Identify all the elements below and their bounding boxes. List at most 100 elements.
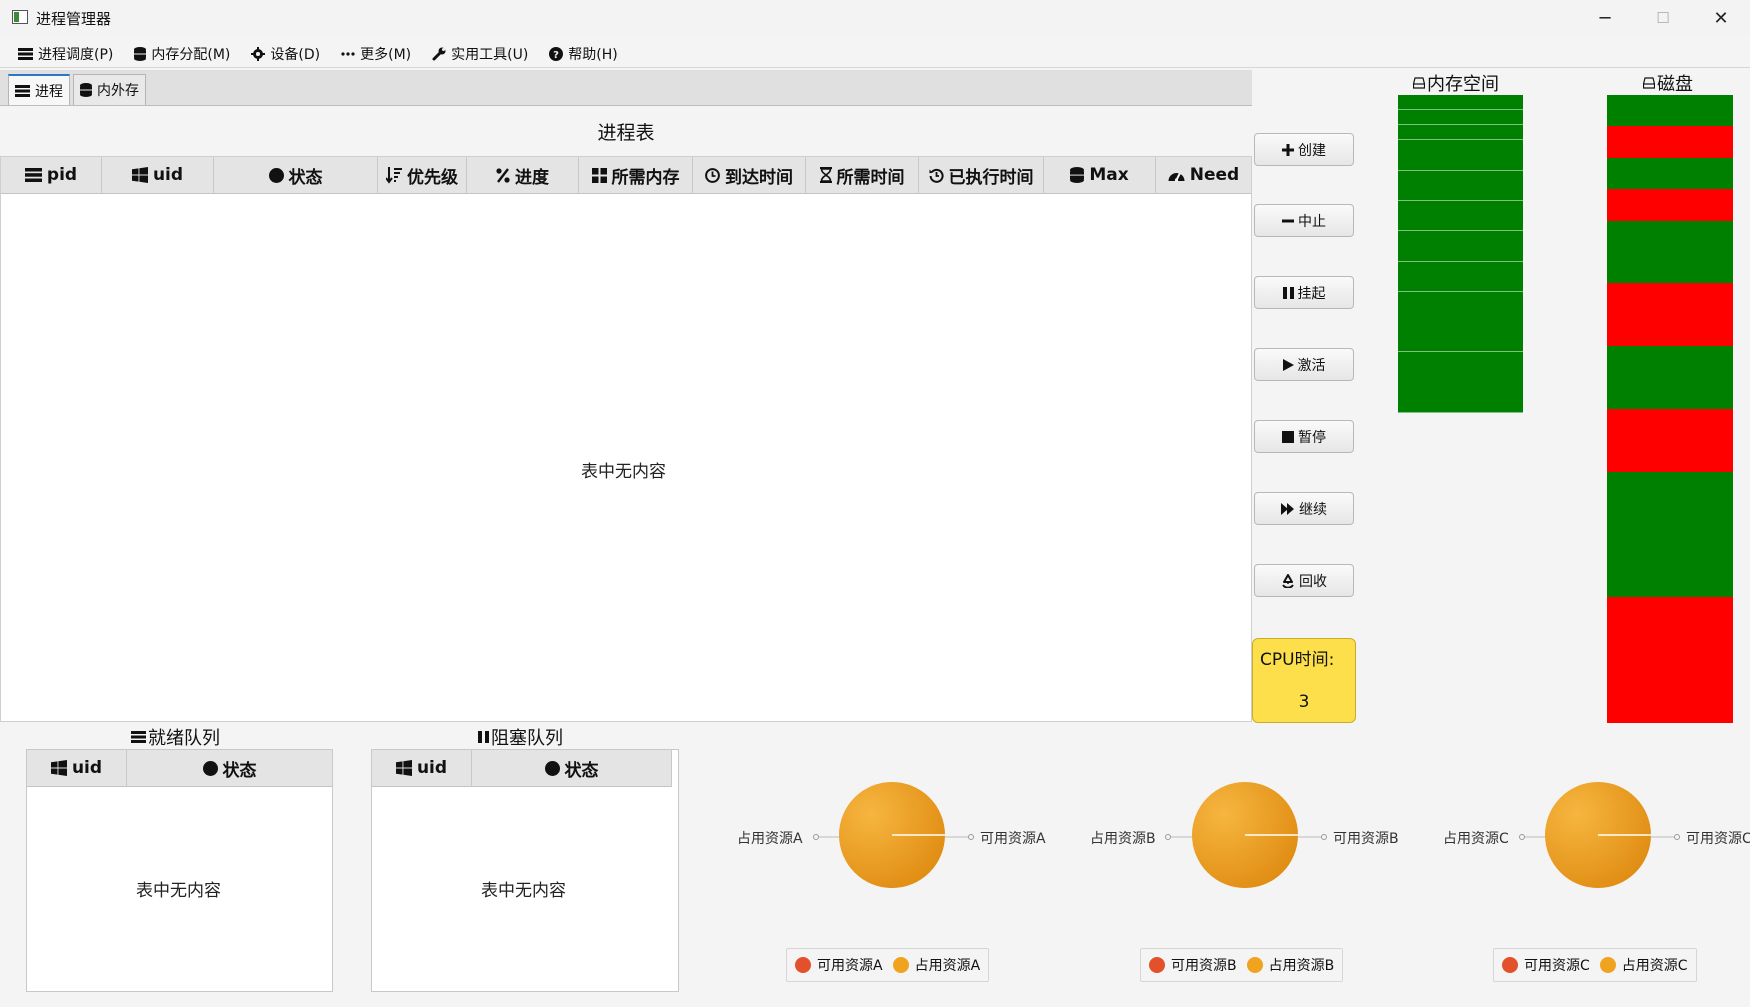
- menu-more[interactable]: 更多(M): [341, 44, 411, 64]
- column-header-required-memory[interactable]: 所需内存: [579, 157, 693, 193]
- resume-button[interactable]: 继续: [1254, 492, 1354, 525]
- column-header-executed-time[interactable]: 已执行时间: [919, 157, 1044, 193]
- title-bar: 进程管理器 ─ ☐ ✕: [0, 0, 1750, 36]
- column-label: 所需时间: [836, 167, 905, 188]
- column-label: 到达时间: [725, 167, 793, 188]
- menu-devices[interactable]: 设备(D): [251, 44, 320, 64]
- pause-button[interactable]: 暂停: [1254, 420, 1354, 453]
- resource-a-pie-chart: 占用资源A 可用资源A: [727, 775, 1057, 895]
- button-label: 挂起: [1297, 285, 1326, 302]
- column-header-uid[interactable]: uid: [372, 750, 472, 786]
- disk-block-used: [1607, 126, 1733, 158]
- button-label: 回收: [1299, 573, 1327, 590]
- circle-icon: [268, 167, 284, 183]
- process-table-header: pid uid 状态 优先级 进度 所需内存 到达时间 所需时间 已执行时间 M…: [1, 157, 1251, 194]
- column-label: 状态: [564, 760, 599, 781]
- clock-icon: [705, 167, 720, 183]
- tab-label: 内外存: [97, 83, 139, 99]
- menu-utilities[interactable]: 实用工具(U): [432, 44, 528, 64]
- column-header-required-time[interactable]: 所需时间: [806, 157, 919, 193]
- legend-label: 可用资源A: [817, 958, 883, 974]
- column-label: pid: [46, 165, 78, 185]
- legend-label: 可用资源B: [1171, 958, 1237, 974]
- activate-button[interactable]: 激活: [1254, 348, 1354, 381]
- pie-leader-available: [1298, 834, 1327, 840]
- column-header-uid[interactable]: uid: [27, 750, 127, 786]
- circle-icon: [544, 760, 560, 776]
- column-label: 状态: [222, 760, 257, 781]
- process-table[interactable]: pid uid 状态 优先级 进度 所需内存 到达时间 所需时间 已执行时间 M…: [0, 156, 1252, 722]
- column-header-max[interactable]: Max: [1044, 157, 1156, 193]
- cpu-time-label: CPU时间:: [1260, 650, 1335, 670]
- legend-swatch-available: [1502, 957, 1518, 973]
- column-label: Need: [1189, 165, 1240, 185]
- ready-queue-table[interactable]: uid 状态 表中无内容: [26, 749, 333, 992]
- tab-label: 进程: [35, 83, 63, 100]
- legend-label: 占用资源B: [1268, 958, 1335, 974]
- disk-block-used: [1607, 597, 1733, 723]
- column-label: uid: [152, 165, 184, 185]
- memory-block-used: [1398, 231, 1523, 262]
- windows-icon: [131, 167, 148, 183]
- minimize-button[interactable]: ─: [1576, 0, 1634, 36]
- gear-icon: [251, 46, 266, 61]
- grid-icon: [591, 167, 607, 183]
- database-icon: [134, 46, 147, 61]
- column-header-need[interactable]: Need: [1156, 157, 1251, 193]
- memory-space-title: 内存空间: [1413, 70, 1499, 96]
- suspend-button[interactable]: 挂起: [1254, 276, 1354, 309]
- column-header-status[interactable]: 状态: [127, 750, 332, 786]
- tab-process[interactable]: 进程: [8, 74, 70, 105]
- legend-swatch-occupied: [1246, 957, 1263, 973]
- pie-label-available: 可用资源C: [1686, 831, 1750, 847]
- column-label: 进度: [515, 167, 549, 188]
- legend-label: 可用资源C: [1524, 958, 1590, 974]
- disk-block-used: [1607, 189, 1733, 221]
- ready-queue-title: 就绪队列: [131, 724, 220, 750]
- maximize-button[interactable]: ☐: [1634, 0, 1692, 36]
- play-icon: [1282, 358, 1294, 371]
- column-header-arrival-time[interactable]: 到达时间: [693, 157, 806, 193]
- resource-a-legend: 可用资源A 占用资源A: [786, 948, 990, 982]
- database-icon: [80, 83, 92, 97]
- tab-memory-storage[interactable]: 内外存: [73, 74, 146, 105]
- blocked-queue-table[interactable]: uid 状态 表中无内容: [371, 749, 679, 992]
- stop-icon: [1282, 430, 1294, 443]
- ready-queue-header: uid 状态: [27, 750, 332, 787]
- column-header-progress[interactable]: 进度: [467, 157, 579, 193]
- memory-block-used: [1398, 125, 1523, 141]
- column-header-status[interactable]: 状态: [214, 157, 378, 193]
- pie-label-available: 可用资源A: [980, 831, 1046, 847]
- close-button[interactable]: ✕: [1692, 0, 1750, 36]
- menu-memory-allocation[interactable]: 内存分配(M): [134, 44, 230, 64]
- disk-blocks: [1607, 95, 1733, 723]
- create-button[interactable]: 创建: [1254, 133, 1354, 166]
- fast-forward-icon: [1281, 502, 1294, 515]
- memory-block-used: [1398, 110, 1523, 126]
- menu-help[interactable]: ? 帮助(H): [549, 44, 618, 64]
- list-icon: [18, 47, 33, 60]
- menu-process-scheduling[interactable]: 进程调度(P): [18, 44, 113, 64]
- disk-block-used: [1607, 283, 1733, 347]
- disk-block-free: [1607, 346, 1733, 409]
- menu-label: 设备(D): [270, 46, 321, 63]
- recycle-button[interactable]: 回收: [1254, 564, 1354, 597]
- list-icon: [15, 84, 30, 97]
- column-label: 优先级: [407, 167, 458, 188]
- circle-icon: [202, 760, 218, 776]
- history-icon: [929, 168, 944, 183]
- menu-label: 内存分配(M): [151, 46, 231, 63]
- column-header-uid[interactable]: uid: [102, 157, 214, 193]
- disk-block-free: [1607, 95, 1733, 127]
- stop-button[interactable]: 中止: [1254, 204, 1354, 237]
- app-icon: [12, 10, 28, 24]
- column-header-pid[interactable]: pid: [1, 157, 102, 193]
- column-header-priority[interactable]: 优先级: [378, 157, 467, 193]
- memory-block-used: [1398, 261, 1523, 292]
- memory-block-used: [1398, 201, 1523, 232]
- svg-text:?: ?: [553, 50, 559, 61]
- legend-swatch-occupied: [892, 957, 909, 973]
- column-label: 所需内存: [611, 167, 680, 188]
- column-header-status[interactable]: 状态: [472, 750, 672, 786]
- memory-block-used: [1398, 170, 1523, 201]
